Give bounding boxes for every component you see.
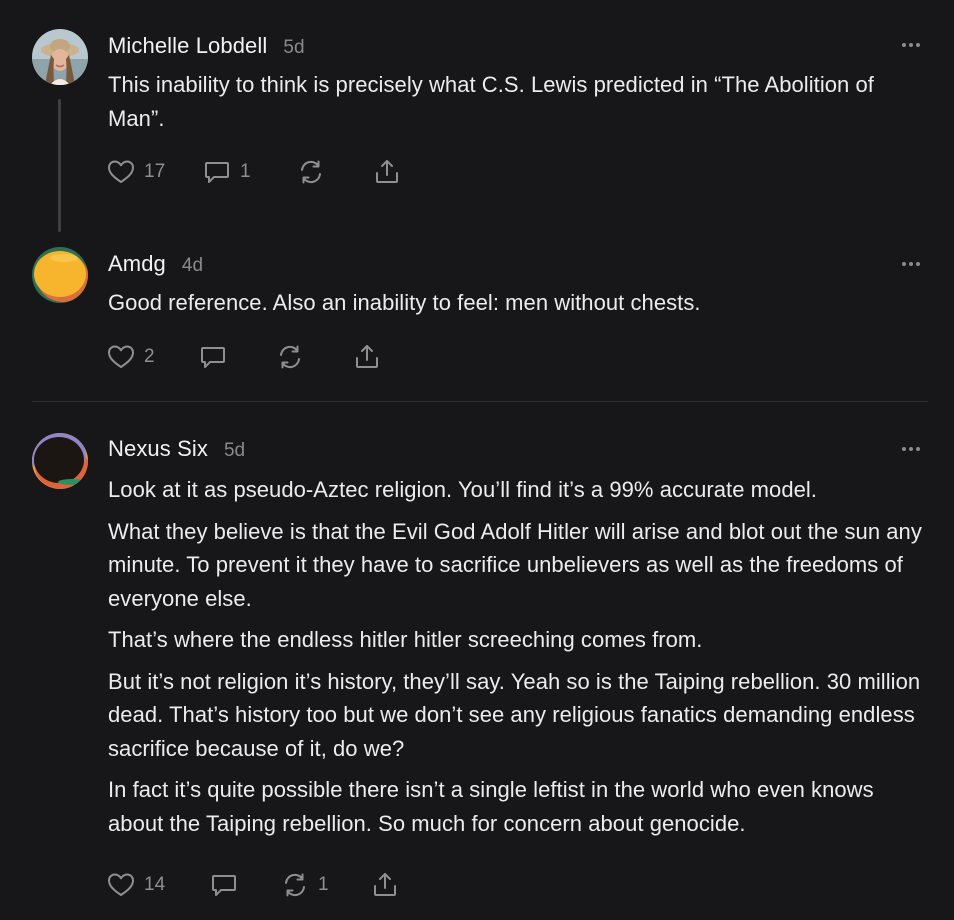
avatar[interactable] [32, 29, 88, 85]
comment-timestamp[interactable]: 5d [224, 440, 245, 462]
thread-connector-line [58, 99, 61, 232]
more-dots-icon[interactable] [896, 439, 926, 459]
share-icon [356, 345, 378, 368]
reply-count: 1 [240, 161, 251, 182]
like-count: 14 [144, 874, 166, 895]
comment-paragraph: Good reference. Also an inability to fee… [108, 290, 701, 315]
avatar[interactable] [32, 247, 88, 303]
comment-header: Amdg 4d [108, 251, 203, 281]
like-button[interactable]: 17 [106, 157, 165, 187]
comment-paragraph: Look at it as pseudo-Aztec religion. You… [108, 477, 817, 502]
comment-body: Good reference. Also an inability to fee… [108, 286, 928, 328]
comment-timestamp[interactable]: 5d [283, 37, 304, 59]
reply-button[interactable] [198, 342, 236, 372]
comment-header: Nexus Six 5d [108, 436, 245, 466]
share-button[interactable] [352, 342, 382, 372]
comment-thread: Michelle Lobdell 5d This inability to th… [0, 0, 954, 920]
comment-header: Michelle Lobdell 5d [108, 33, 305, 63]
author-name[interactable]: Amdg [108, 251, 166, 277]
heart-icon [108, 345, 134, 368]
reply-button[interactable] [209, 870, 247, 900]
restack-button[interactable] [296, 157, 334, 187]
restack-button[interactable] [275, 342, 313, 372]
comment-body: This inability to think is precisely wha… [108, 68, 928, 143]
comment-paragraph: This inability to think is precisely wha… [108, 72, 874, 131]
restack-button[interactable]: 1 [280, 870, 329, 900]
heart-icon [108, 873, 134, 896]
reply-button[interactable]: 1 [202, 157, 251, 187]
author-name[interactable]: Nexus Six [108, 436, 208, 462]
restack-icon [301, 160, 321, 184]
comment-body: Look at it as pseudo-Aztec religion. You… [108, 473, 928, 848]
share-button[interactable] [370, 870, 400, 900]
comment-paragraph: That’s where the endless hitler hitler s… [108, 627, 703, 652]
share-button[interactable] [372, 157, 402, 187]
comment-timestamp[interactable]: 4d [182, 255, 203, 277]
author-name[interactable]: Michelle Lobdell [108, 33, 267, 59]
restack-icon [285, 873, 305, 897]
comment-bubble-icon [212, 875, 236, 896]
share-icon [374, 873, 396, 896]
more-dots-icon[interactable] [896, 254, 926, 274]
more-dots-icon[interactable] [896, 35, 926, 55]
like-count: 17 [144, 161, 166, 182]
like-button[interactable]: 2 [106, 342, 155, 372]
comment-bubble-icon [205, 162, 229, 183]
thread-divider [32, 401, 928, 402]
restack-count: 1 [318, 874, 329, 895]
comment-bubble-icon [201, 347, 225, 368]
comment-paragraph: But it’s not religion it’s history, they… [108, 668, 921, 761]
like-button[interactable]: 14 [106, 870, 165, 900]
comment-paragraph: In fact it’s quite possible there isn’t … [108, 777, 874, 836]
share-icon [376, 160, 398, 183]
avatar[interactable] [32, 433, 88, 489]
heart-icon [108, 160, 134, 183]
restack-icon [280, 345, 300, 369]
comment-paragraph: What they believe is that the Evil God A… [108, 518, 922, 611]
like-count: 2 [144, 346, 155, 367]
